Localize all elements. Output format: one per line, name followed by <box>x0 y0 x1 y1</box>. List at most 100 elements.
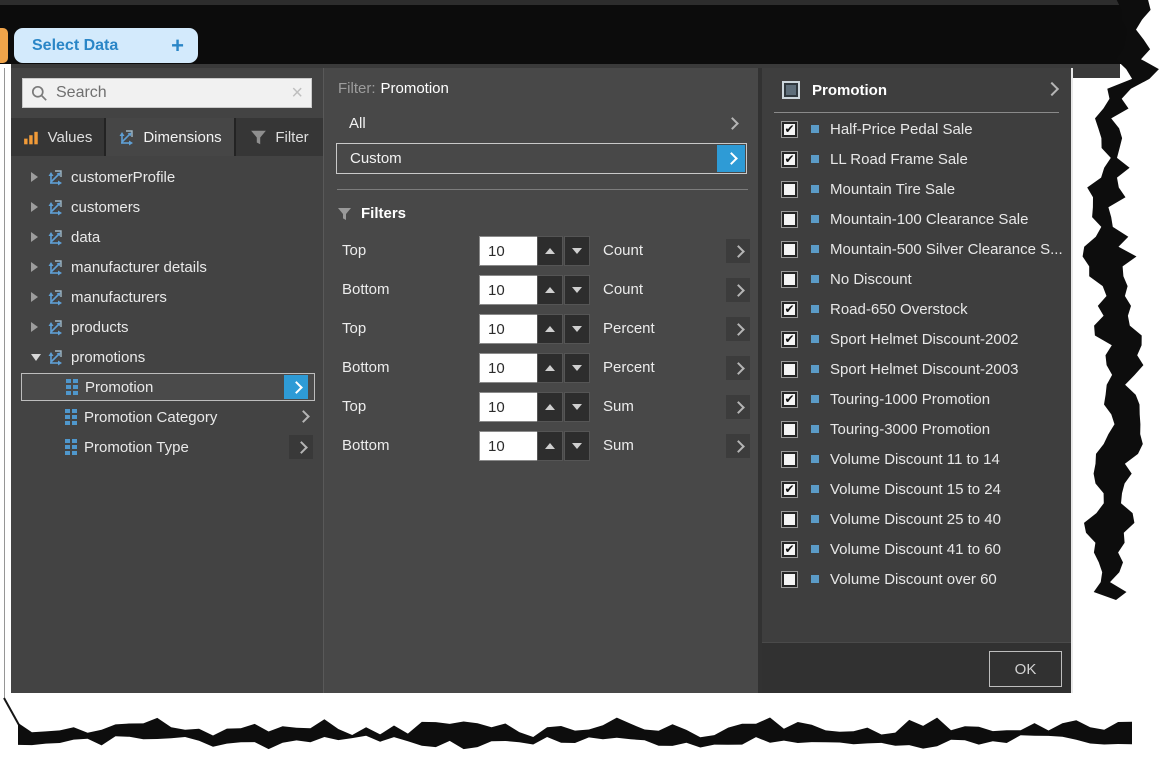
search-input[interactable] <box>56 84 291 102</box>
filter-count-input[interactable] <box>479 353 537 383</box>
member-checkbox-checked[interactable]: ✔ <box>782 482 797 497</box>
tree-item-manufacturer-details[interactable]: manufacturer details <box>11 252 323 282</box>
tree-item-customers[interactable]: customers <box>11 192 323 222</box>
member-item-touring-3000-promotion[interactable]: Touring-3000 Promotion <box>762 414 1071 444</box>
funnel-icon <box>337 207 352 221</box>
member-checkbox[interactable] <box>782 512 797 527</box>
filter-options-chevron[interactable] <box>726 239 750 263</box>
hierarchy-axes-icon <box>47 319 64 336</box>
filter-option-custom[interactable]: Custom <box>336 143 747 174</box>
filter-options-chevron[interactable] <box>726 317 750 341</box>
member-item-road-650-overstock[interactable]: ✔Road-650 Overstock <box>762 294 1071 324</box>
member-checkbox-checked[interactable]: ✔ <box>782 152 797 167</box>
filter-options-chevron[interactable] <box>726 395 750 419</box>
tab-values[interactable]: Values <box>11 118 106 156</box>
member-checkbox[interactable] <box>782 272 797 287</box>
member-checkbox-checked[interactable]: ✔ <box>782 392 797 407</box>
hierarchy-axes-icon <box>47 259 64 276</box>
orange-edge-tab[interactable] <box>0 28 8 63</box>
ok-button[interactable]: OK <box>989 651 1062 687</box>
member-item-volume-discount-over-60[interactable]: Volume Discount over 60 <box>762 564 1071 594</box>
spinner-down-button[interactable] <box>564 236 590 266</box>
member-item-touring-1000-promotion[interactable]: ✔Touring-1000 Promotion <box>762 384 1071 414</box>
member-item-no-discount[interactable]: No Discount <box>762 264 1071 294</box>
tree-item-promotion-category[interactable]: Promotion Category <box>11 402 323 432</box>
tab-filter[interactable]: Filter <box>236 118 323 156</box>
tree-item-customerprofile[interactable]: customerProfile <box>11 162 323 192</box>
search-box[interactable]: × <box>22 78 312 108</box>
clear-search-icon[interactable]: × <box>291 85 303 101</box>
filter-option-custom-label: Custom <box>350 150 402 167</box>
expand-icon[interactable] <box>31 322 47 332</box>
member-checkbox[interactable] <box>782 182 797 197</box>
member-checkbox[interactable] <box>782 212 797 227</box>
spinner-up-button[interactable] <box>537 392 563 422</box>
filter-options-chevron[interactable] <box>726 278 750 302</box>
tree-item-products[interactable]: products <box>11 312 323 342</box>
member-item-volume-discount-15-to-24[interactable]: ✔Volume Discount 15 to 24 <box>762 474 1071 504</box>
member-item-half-price-pedal-sale[interactable]: ✔Half-Price Pedal Sale <box>762 114 1071 144</box>
expand-icon[interactable] <box>31 292 47 302</box>
filter-count-input[interactable] <box>479 236 537 266</box>
tree-item-promotion[interactable]: Promotion <box>21 373 315 401</box>
spinner-up-button[interactable] <box>537 431 563 461</box>
member-checkbox-checked[interactable]: ✔ <box>782 122 797 137</box>
spinner-up-button[interactable] <box>537 353 563 383</box>
spinner-up-button[interactable] <box>537 314 563 344</box>
expand-icon[interactable] <box>31 232 47 242</box>
spinner-down-button[interactable] <box>564 353 590 383</box>
member-item-ll-road-frame-sale[interactable]: ✔LL Road Frame Sale <box>762 144 1071 174</box>
member-item-sport-helmet-discount-2002[interactable]: ✔Sport Helmet Discount-2002 <box>762 324 1071 354</box>
expand-icon[interactable] <box>31 172 47 182</box>
filter-options-chevron[interactable] <box>726 356 750 380</box>
member-checkbox-checked[interactable]: ✔ <box>782 542 797 557</box>
tab-dimensions[interactable]: Dimensions <box>106 118 236 156</box>
filter-count-input[interactable] <box>479 275 537 305</box>
collapse-icon[interactable] <box>31 354 47 361</box>
spinner-down-button[interactable] <box>564 275 590 305</box>
filter-options-chevron[interactable] <box>726 434 750 458</box>
spinner-up-button[interactable] <box>537 275 563 305</box>
tree-item-promotion-type[interactable]: Promotion Type <box>11 432 323 462</box>
member-item-mountain-tire-sale[interactable]: Mountain Tire Sale <box>762 174 1071 204</box>
spinner-up-button[interactable] <box>537 236 563 266</box>
member-checkbox[interactable] <box>782 572 797 587</box>
open-chevron-active[interactable] <box>284 375 308 399</box>
select-all-checkbox[interactable] <box>782 81 800 99</box>
filter-count-input[interactable] <box>479 431 537 461</box>
member-checkbox[interactable] <box>782 362 797 377</box>
member-checkbox[interactable] <box>782 422 797 437</box>
spinner-down-button[interactable] <box>564 392 590 422</box>
open-chevron[interactable] <box>299 408 308 426</box>
member-item-volume-discount-41-to-60[interactable]: ✔Volume Discount 41 to 60 <box>762 534 1071 564</box>
filter-count-input[interactable] <box>479 392 537 422</box>
filter-measure-label: Percent <box>603 312 655 346</box>
open-chevron[interactable] <box>289 435 313 459</box>
expand-icon[interactable] <box>31 202 47 212</box>
chevron-right-icon[interactable] <box>1047 81 1057 99</box>
filter-option-all[interactable]: All <box>336 108 747 139</box>
member-item-volume-discount-25-to-40[interactable]: Volume Discount 25 to 40 <box>762 504 1071 534</box>
member-item-mountain-100-clearance-sale[interactable]: Mountain-100 Clearance Sale <box>762 204 1071 234</box>
tree-item-manufacturers[interactable]: manufacturers <box>11 282 323 312</box>
filter-count-input[interactable] <box>479 314 537 344</box>
member-item-mountain-500-silver-clearance-s[interactable]: Mountain-500 Silver Clearance S... <box>762 234 1071 264</box>
select-data-tab[interactable]: Select Data + <box>14 28 198 63</box>
add-icon[interactable]: + <box>171 36 184 56</box>
member-checkbox-checked[interactable]: ✔ <box>782 302 797 317</box>
tree-item-data[interactable]: data <box>11 222 323 252</box>
member-picker-header[interactable]: Promotion <box>762 68 1071 112</box>
spinner-down-button[interactable] <box>564 431 590 461</box>
member-checkbox[interactable] <box>782 242 797 257</box>
member-checkbox[interactable] <box>782 452 797 467</box>
chevron-right-icon-active[interactable] <box>717 145 745 172</box>
spinner-down-button[interactable] <box>564 314 590 344</box>
member-bullet-icon <box>811 245 819 253</box>
tree-item-promotions[interactable]: promotions <box>11 342 323 372</box>
member-item-sport-helmet-discount-2003[interactable]: Sport Helmet Discount-2003 <box>762 354 1071 384</box>
member-item-volume-discount-11-to-14[interactable]: Volume Discount 11 to 14 <box>762 444 1071 474</box>
member-bullet-icon <box>811 335 819 343</box>
member-checkbox-checked[interactable]: ✔ <box>782 332 797 347</box>
chevron-right-icon[interactable] <box>728 115 737 133</box>
expand-icon[interactable] <box>31 262 47 272</box>
